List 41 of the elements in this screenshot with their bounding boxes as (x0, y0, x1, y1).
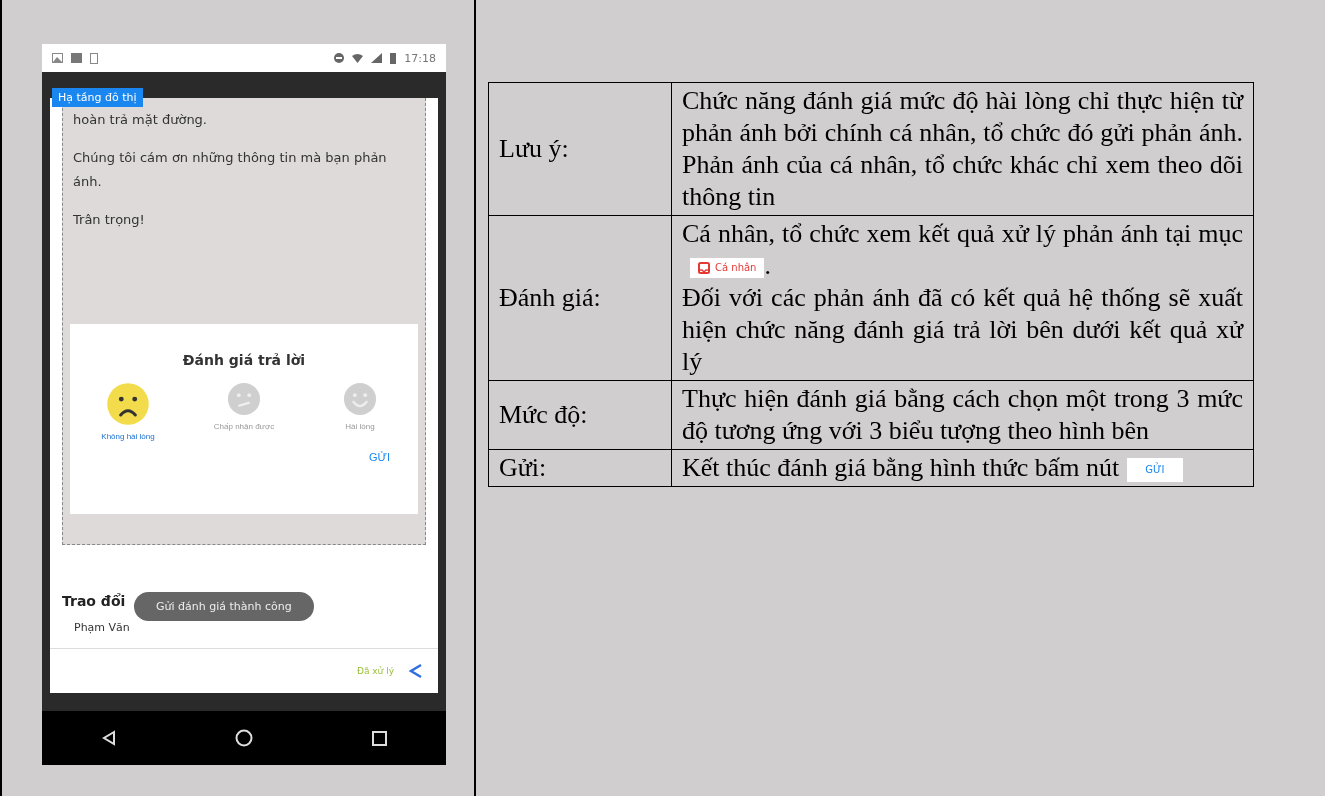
send-button-chip: GỬI (1127, 458, 1183, 483)
home-icon[interactable] (234, 729, 253, 747)
battery-icon (390, 52, 397, 64)
description-text: Thực hiện đánh giá bằng cách chọn một trong 3 mức độ tương ứng với 3 biểu tượng theo hình bên (682, 384, 1243, 445)
neutral-face-icon (227, 382, 261, 416)
image-notification-icon (52, 53, 63, 63)
discussion-heading: Trao đổi (62, 593, 126, 609)
share-icon[interactable] (408, 663, 424, 679)
do-not-disturb-icon (334, 53, 345, 63)
back-icon[interactable] (101, 730, 116, 746)
wifi-icon (352, 53, 364, 63)
chip-label: Cá nhân (715, 261, 757, 276)
clock-time: 17:18 (404, 51, 436, 65)
description-text: Đối với các phản ánh đã có kết quả hệ thống sẽ xuất hiện chức năng đánh giá trả lời bên dưới kết quả xử lý (682, 283, 1243, 376)
label-cell: Đánh giá: (488, 215, 672, 381)
toast-message: Gửi đánh giá thành công (134, 592, 314, 621)
reply-text: Trân trọng! (73, 211, 146, 229)
description-text: . (764, 251, 771, 280)
dialog-title: Đánh giá trả lời (182, 352, 306, 368)
phone-notification-icon (90, 52, 98, 64)
sad-face-icon (106, 382, 150, 426)
picture-notification-icon (71, 53, 82, 63)
commenter-name: Phạm Văn (74, 621, 130, 634)
send-button[interactable]: GỬI (369, 451, 390, 463)
rating-option[interactable]: Không hài lòng (78, 382, 178, 441)
reply-text: Chúng tôi cám ơn những thông tin mà bạn phản ánh. (73, 149, 388, 191)
rating-option[interactable]: Chấp nhận được (194, 382, 294, 441)
reply-text: hoàn trả mặt đường. (73, 111, 208, 129)
recents-icon[interactable] (371, 730, 387, 746)
status-label: Đã xử lý (356, 666, 394, 676)
category-tag: Hạ tầng đô thị (52, 88, 143, 107)
inbox-icon (698, 262, 710, 275)
label-cell: Lưu ý: (488, 82, 672, 216)
description-text: Chức năng đánh giá mức độ hài lòng chỉ thực hiện từ phản ánh bởi chính cá nhân, tổ chức đó gửi phản ánh. Phản ánh của cá nhân, tổ chức khác chỉ xem theo dõi thông tin (682, 86, 1243, 211)
signal-icon (371, 53, 383, 63)
label-cell: Mức độ: (488, 380, 672, 450)
rating-option[interactable]: Hài lòng (310, 382, 410, 441)
description-text: Kết thúc đánh giá bằng hình thức bấm nút (682, 453, 1120, 482)
description-text: Cá nhân, tổ chức xem kết quả xử lý phản ánh tại mục (682, 219, 1243, 248)
happy-face-icon (343, 382, 377, 416)
label-cell: Gửi: (488, 449, 672, 487)
